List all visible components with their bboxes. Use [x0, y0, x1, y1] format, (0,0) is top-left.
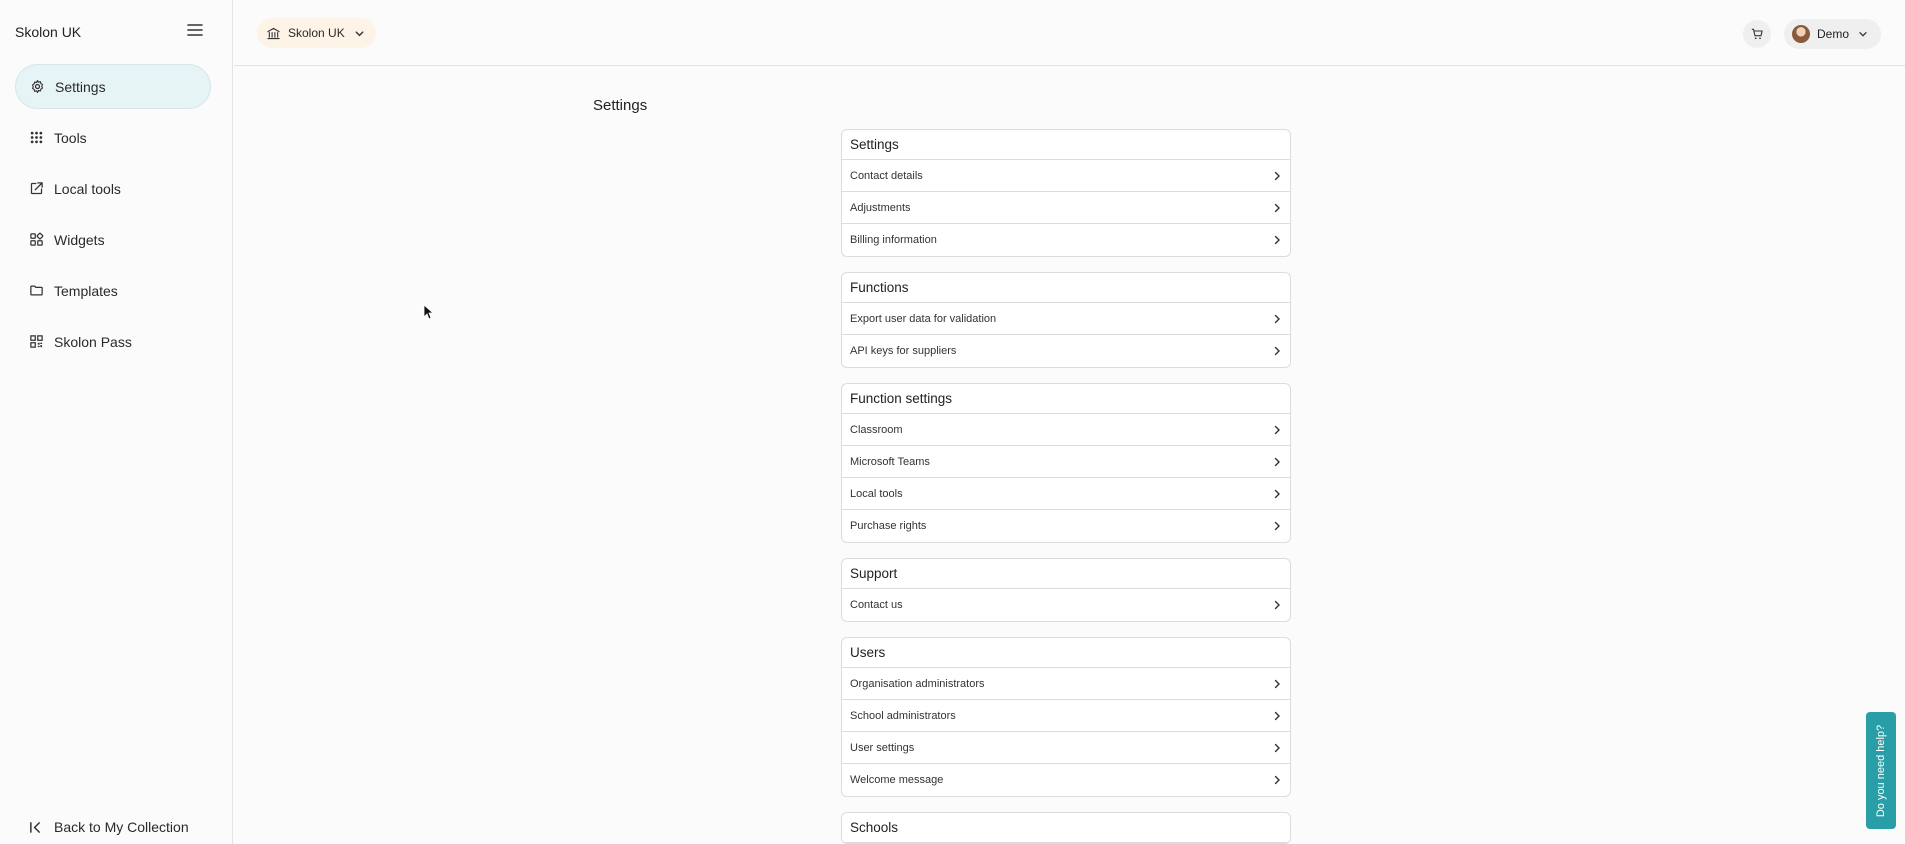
- settings-card: Functions Export user data for validation…: [841, 272, 1291, 368]
- gear-icon: [31, 80, 44, 93]
- sidebar-item-label: Skolon Pass: [54, 333, 132, 350]
- sidebar-item-label: Local tools: [54, 180, 121, 197]
- sidebar-item-settings[interactable]: Settings: [15, 64, 211, 109]
- topbar: Skolon UK Demo: [234, 0, 1905, 66]
- chevron-right-icon: [1274, 346, 1280, 356]
- settings-row-label: Microsoft Teams: [850, 455, 930, 468]
- back-link-label: Back to My Collection: [54, 819, 189, 835]
- help-tab-label: Do you need help?: [1875, 724, 1888, 817]
- chevron-right-icon: [1274, 425, 1280, 434]
- sidebar-item-templates[interactable]: Templates: [15, 268, 211, 313]
- settings-row[interactable]: Organisation administrators: [842, 668, 1290, 700]
- card-title: Function settings: [842, 384, 1290, 414]
- card-title: Settings: [842, 130, 1290, 160]
- settings-row-label: API keys for suppliers: [850, 345, 957, 357]
- widgets-icon: [30, 232, 44, 246]
- sidebar-item-tools[interactable]: Tools: [15, 115, 211, 160]
- sidebar-item-label: Tools: [54, 129, 87, 146]
- settings-card: Settings Contact details Adjustments Billin…: [841, 129, 1291, 257]
- chevron-right-icon: [1274, 521, 1280, 531]
- chevron-right-icon: [1274, 679, 1280, 688]
- chevron-right-icon: [1274, 775, 1280, 785]
- settings-row[interactable]: Purchase rights: [842, 510, 1290, 542]
- sidebar-nav: Settings Tools Local tools Widgets Templ…: [15, 64, 211, 370]
- settings-row-label: Purchase rights: [850, 520, 927, 532]
- chevron-right-icon: [1274, 171, 1280, 180]
- settings-row[interactable]: School administrators: [842, 700, 1290, 732]
- settings-row-label: Adjustments: [850, 201, 911, 214]
- settings-row[interactable]: Contact details: [842, 160, 1290, 192]
- back-to-collection-link[interactable]: Back to My Collection: [29, 819, 189, 835]
- chevron-right-icon: [1274, 489, 1280, 498]
- sidebar-item-label: Templates: [54, 282, 118, 299]
- settings-row-label: Billing information: [850, 234, 937, 246]
- settings-row[interactable]: Welcome message: [842, 764, 1290, 796]
- chevron-right-icon: [1274, 314, 1280, 323]
- card-title: Functions: [842, 273, 1290, 303]
- settings-sections: Settings Contact details Adjustments Billin…: [841, 129, 1291, 844]
- chevron-down-icon: [355, 30, 364, 36]
- cart-icon: [1751, 28, 1763, 40]
- help-tab[interactable]: Do you need help?: [1866, 712, 1896, 829]
- folder-icon: [30, 285, 43, 296]
- cart-button[interactable]: [1743, 20, 1771, 48]
- collapse-left-icon: [30, 821, 40, 833]
- sidebar-item-local-tools[interactable]: Local tools: [15, 166, 211, 211]
- organisation-selector[interactable]: Skolon UK: [257, 18, 376, 48]
- settings-row-label: Organisation administrators: [850, 677, 985, 690]
- settings-card: Schools: [841, 812, 1291, 844]
- avatar: [1792, 25, 1810, 43]
- settings-row[interactable]: Local tools: [842, 478, 1290, 510]
- settings-card: Support Contact us: [841, 558, 1291, 622]
- sidebar-item-label: Widgets: [54, 231, 105, 248]
- sidebar-item-skolon-pass[interactable]: Skolon Pass: [15, 319, 211, 364]
- chevron-right-icon: [1274, 711, 1280, 720]
- settings-row-label: Contact us: [850, 599, 903, 611]
- brand-name: Skolon UK: [15, 24, 82, 40]
- user-name: Demo: [1817, 27, 1850, 41]
- settings-row[interactable]: User settings: [842, 732, 1290, 764]
- chevron-right-icon: [1274, 203, 1280, 212]
- settings-row[interactable]: Contact us: [842, 589, 1290, 621]
- settings-row[interactable]: Microsoft Teams: [842, 446, 1290, 478]
- chevron-right-icon: [1274, 457, 1280, 466]
- sidebar: Skolon UK Settings Tools Local tools Wid…: [0, 0, 233, 844]
- user-menu-button[interactable]: Demo: [1784, 19, 1882, 49]
- card-title: Users: [842, 638, 1290, 668]
- page-title: Settings: [593, 97, 648, 114]
- grid-icon: [30, 131, 43, 144]
- chevron-down-icon: [1859, 32, 1867, 37]
- settings-row[interactable]: Billing information: [842, 224, 1290, 256]
- settings-card: Function settings Classroom Microsoft Team…: [841, 383, 1291, 543]
- sidebar-item-widgets[interactable]: Widgets: [15, 217, 211, 262]
- settings-row-label: Welcome message: [850, 774, 944, 786]
- settings-row-label: School administrators: [850, 709, 956, 722]
- qr-code-icon: [30, 335, 43, 348]
- sidebar-item-label: Settings: [55, 78, 106, 95]
- settings-row-label: Classroom: [850, 423, 903, 436]
- hamburger-menu-icon[interactable]: [186, 22, 204, 38]
- settings-row-label: Contact details: [850, 169, 923, 182]
- settings-row-label: Local tools: [850, 487, 903, 500]
- card-title: Support: [842, 559, 1290, 589]
- settings-row[interactable]: Export user data for validation: [842, 303, 1290, 335]
- settings-row[interactable]: API keys for suppliers: [842, 335, 1290, 367]
- chevron-right-icon: [1274, 600, 1280, 610]
- settings-row-label: User settings: [850, 741, 915, 754]
- settings-row[interactable]: Adjustments: [842, 192, 1290, 224]
- institution-icon: [267, 27, 280, 39]
- chevron-right-icon: [1274, 235, 1280, 245]
- organisation-label: Skolon UK: [288, 26, 345, 40]
- mouse-cursor-icon: [423, 304, 435, 320]
- chevron-right-icon: [1274, 743, 1280, 752]
- settings-row[interactable]: Classroom: [842, 414, 1290, 446]
- external-link-icon: [30, 182, 43, 195]
- settings-row-label: Export user data for validation: [850, 312, 997, 325]
- card-title: Schools: [842, 813, 1290, 843]
- settings-card: Users Organisation administrators School a…: [841, 637, 1291, 797]
